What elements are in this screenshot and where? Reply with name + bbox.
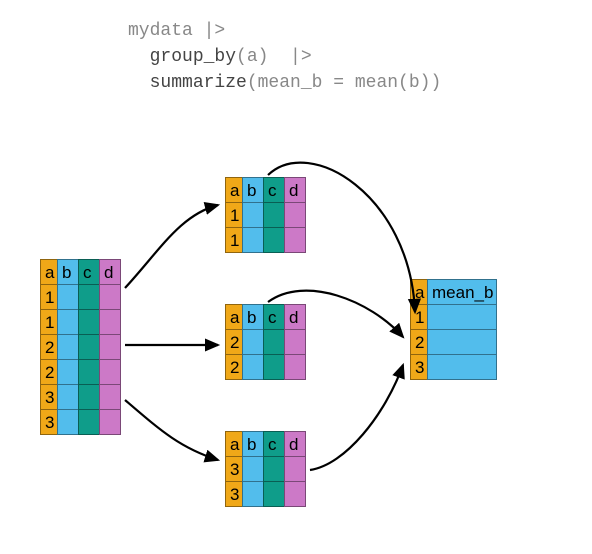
- group-table-1: abcd 1 1: [225, 178, 305, 253]
- col-header-d: d: [99, 259, 121, 285]
- fn-group-by: group_by: [150, 47, 236, 67]
- col-header-a: a: [40, 259, 58, 285]
- code-block: mydata |> group_by(a) |> summarize(mean_…: [128, 18, 441, 96]
- group-table-2: abcd 2 2: [225, 305, 305, 380]
- code-line-1: mydata |>: [128, 21, 225, 41]
- col-header-c: c: [78, 259, 100, 285]
- fn-summarize: summarize: [150, 73, 247, 93]
- result-header-a: a: [410, 279, 428, 305]
- arrow-source-to-group1: [125, 205, 218, 288]
- result-header-meanb: mean_b: [427, 279, 497, 305]
- col-header-b: b: [57, 259, 79, 285]
- arrow-group3-to-result: [310, 365, 403, 470]
- result-table: amean_b 1 2 3: [410, 280, 496, 380]
- source-table: abcd 1 1 2 2 3 3: [40, 260, 120, 435]
- arrow-source-to-group3: [125, 400, 218, 460]
- group-table-3: abcd 3 3: [225, 432, 305, 507]
